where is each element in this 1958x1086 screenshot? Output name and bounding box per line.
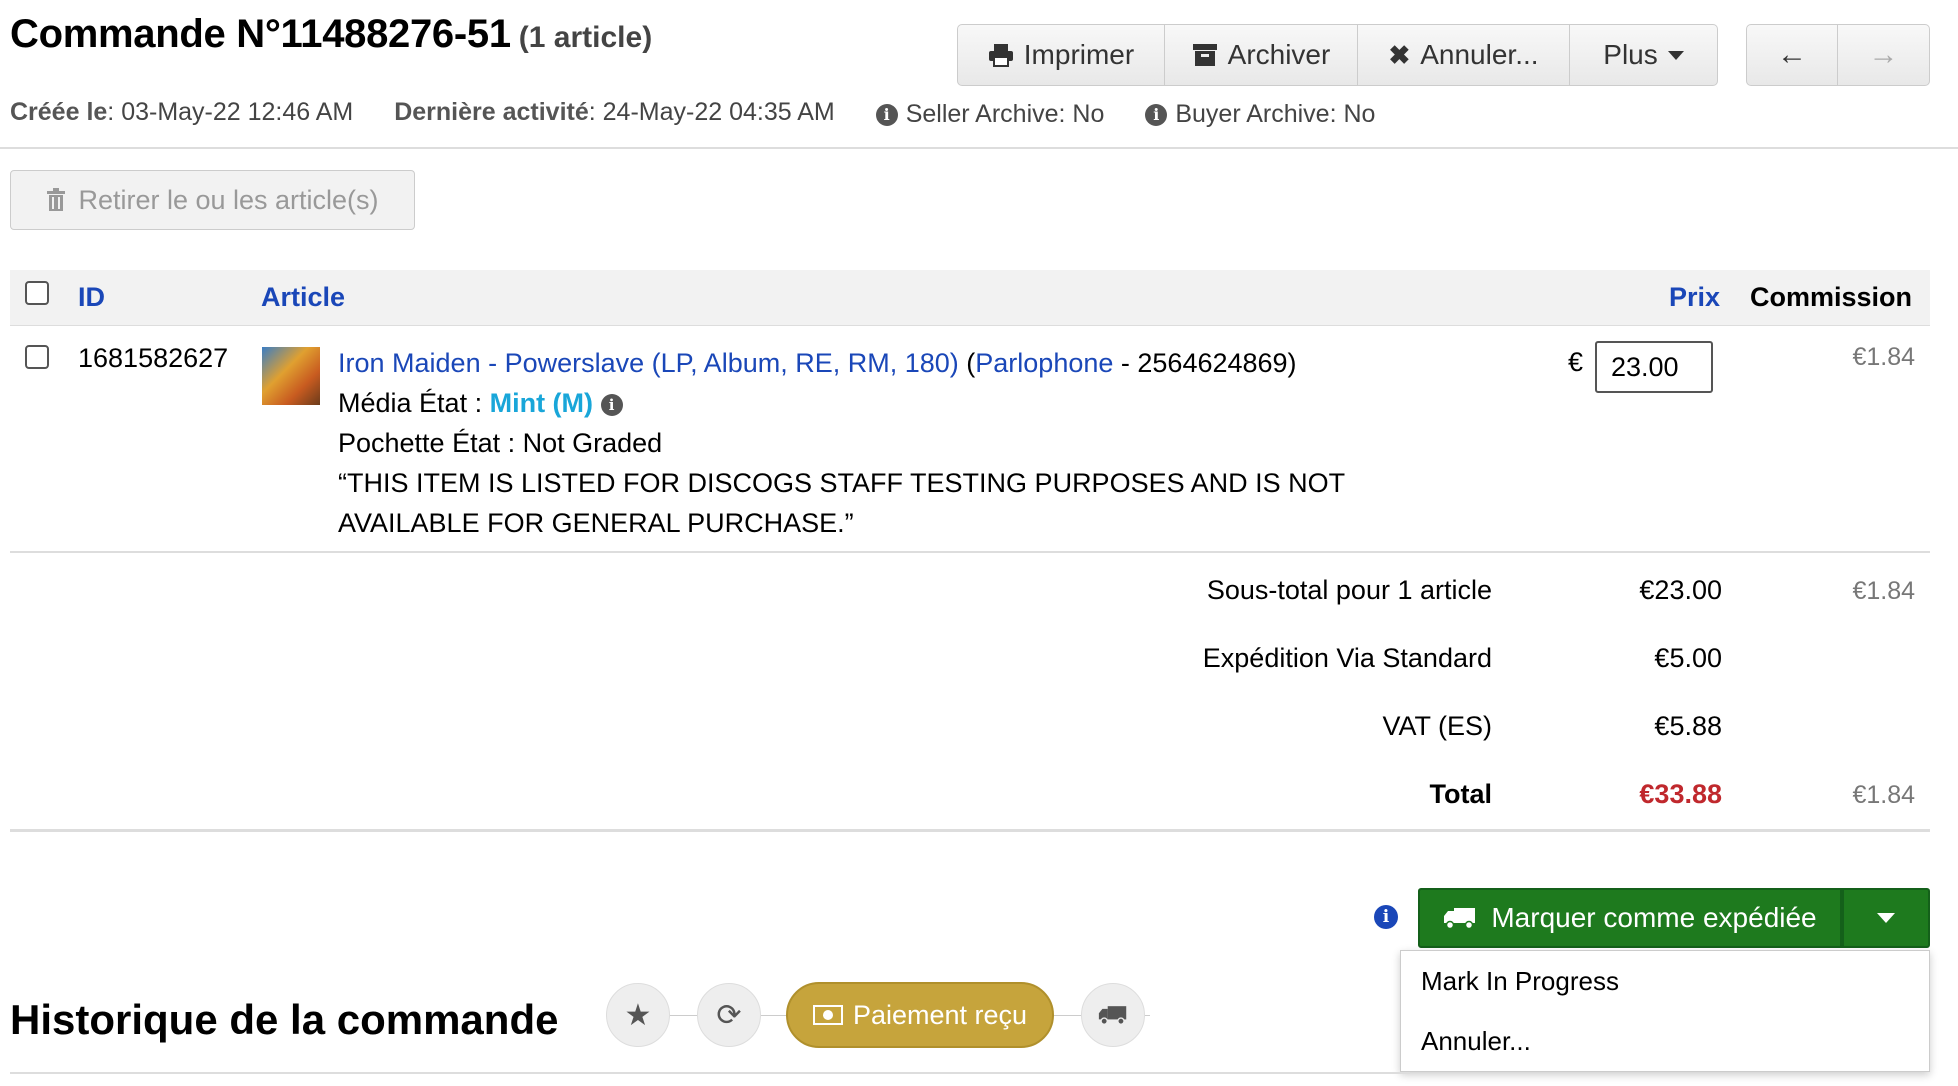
order-toolbar: Imprimer Archiver ✖ Annuler... Plus xyxy=(957,24,1718,86)
money-icon xyxy=(812,1005,843,1025)
subtotal-label: Sous-total pour 1 article xyxy=(1206,575,1492,605)
printer-icon xyxy=(988,44,1013,67)
caret-down-icon xyxy=(1877,913,1895,923)
previous-order-button[interactable]: ← xyxy=(1746,24,1838,86)
mark-shipped-label: Marquer comme expédiée xyxy=(1491,902,1817,933)
divider xyxy=(10,1072,1410,1074)
item-checkbox[interactable] xyxy=(25,345,49,369)
arrow-left-icon: ← xyxy=(1777,38,1807,71)
menu-item-mark-in-progress[interactable]: Mark In Progress xyxy=(1401,951,1929,1011)
price-input[interactable] xyxy=(1595,341,1713,393)
item-comment-line-1: “THIS ITEM IS LISTED FOR DISCOGS STAFF T… xyxy=(338,468,1346,498)
article-column-header[interactable]: Article xyxy=(261,282,345,313)
order-meta: Créée le: 03-May-22 12:46 AM Dernière ac… xyxy=(10,98,1409,129)
select-all-checkbox[interactable] xyxy=(25,281,49,305)
payment-received-badge[interactable]: Paiement reçu xyxy=(786,982,1054,1048)
order-title: Commande N°11488276-51 xyxy=(10,12,511,56)
archive-label: Archiver xyxy=(1227,39,1331,70)
archive-button[interactable]: Archiver xyxy=(1165,24,1358,86)
info-icon[interactable]: i xyxy=(600,393,623,416)
remove-items-label: Retirer le ou les article(s) xyxy=(78,184,379,215)
item-commission: €1.84 xyxy=(1852,343,1915,371)
table-row: 1681582627 Iron Maiden - Powerslave (LP,… xyxy=(10,327,1930,553)
item-details: Iron Maiden - Powerslave (LP, Album, RE,… xyxy=(338,343,1345,543)
cancel-label: Annuler... xyxy=(1420,39,1539,70)
star-icon[interactable]: ★ xyxy=(606,983,670,1047)
payment-received-label: Paiement reçu xyxy=(852,999,1028,1030)
more-label: Plus xyxy=(1603,39,1658,70)
more-dropdown-button[interactable]: Plus xyxy=(1570,24,1718,86)
status-dropdown-toggle[interactable] xyxy=(1842,888,1930,948)
arrow-right-icon: → xyxy=(1868,38,1899,71)
total-label: Total xyxy=(1429,779,1493,809)
created-date: Créée le: 03-May-22 12:46 AM xyxy=(10,98,354,126)
subtotal-value: €23.00 xyxy=(1639,575,1722,605)
shipping-label: Expédition Via Standard xyxy=(1202,643,1492,673)
truck-icon[interactable] xyxy=(1081,983,1145,1047)
truck-icon xyxy=(1444,908,1476,930)
remove-items-button[interactable]: Retirer le ou les article(s) xyxy=(10,170,415,230)
order-header: Commande N°11488276-51 (1 article) xyxy=(10,12,652,57)
buyer-archive-status: i Buyer Archive: No xyxy=(1145,100,1375,129)
divider xyxy=(10,829,1930,832)
sleeve-condition: Pochette État : Not Graded xyxy=(338,428,663,458)
item-comment-line-2: AVAILABLE FOR GENERAL PURCHASE.” xyxy=(338,508,854,538)
commission-column-header: Commission xyxy=(1750,282,1913,312)
next-order-button[interactable]: → xyxy=(1838,24,1930,86)
label-link[interactable]: Parlophone xyxy=(975,348,1113,378)
last-activity: Dernière activité: 24-May-22 04:35 AM xyxy=(394,98,835,126)
price-column-header[interactable]: Prix xyxy=(1669,282,1720,313)
item-id: 1681582627 xyxy=(78,343,229,373)
divider xyxy=(0,147,1958,149)
print-label: Imprimer xyxy=(1023,39,1135,70)
album-cover-thumbnail[interactable] xyxy=(262,347,320,405)
total-commission: €1.84 xyxy=(1852,781,1915,809)
archive-box-icon xyxy=(1192,44,1217,66)
info-icon[interactable]: i xyxy=(1145,103,1168,126)
close-x-icon: ✖ xyxy=(1388,39,1411,70)
info-icon[interactable]: i xyxy=(875,103,898,126)
vat-label: VAT (ES) xyxy=(1382,711,1492,741)
refresh-icon[interactable]: ⟳ xyxy=(697,983,761,1047)
order-item-count: (1 article) xyxy=(518,21,653,54)
currency-symbol: € xyxy=(1568,347,1584,377)
cancel-order-button[interactable]: ✖ Annuler... xyxy=(1358,24,1570,86)
items-table-header: ID Article Prix Commission xyxy=(10,270,1930,326)
release-link[interactable]: Iron Maiden - Powerslave (LP, Album, RE,… xyxy=(338,348,959,378)
mark-shipped-button[interactable]: Marquer comme expédiée xyxy=(1418,888,1842,948)
total-value: €33.88 xyxy=(1639,779,1722,809)
media-condition: Mint (M) xyxy=(489,388,594,418)
id-column-header[interactable]: ID xyxy=(78,282,105,313)
info-icon[interactable]: i xyxy=(1374,905,1398,929)
vat-value: €5.88 xyxy=(1654,711,1722,741)
subtotal-commission: €1.84 xyxy=(1852,577,1915,605)
order-history-title: Historique de la commande xyxy=(10,996,559,1043)
shipping-value: €5.00 xyxy=(1654,643,1722,673)
menu-item-cancel[interactable]: Annuler... xyxy=(1401,1011,1929,1071)
trash-icon xyxy=(47,188,66,211)
caret-down-icon xyxy=(1667,50,1684,60)
seller-archive-status: i Seller Archive: No xyxy=(875,100,1104,129)
order-nav: ← → xyxy=(1746,24,1930,86)
status-dropdown-menu: Mark In Progress Annuler... xyxy=(1400,950,1930,1072)
print-button[interactable]: Imprimer xyxy=(957,24,1165,86)
